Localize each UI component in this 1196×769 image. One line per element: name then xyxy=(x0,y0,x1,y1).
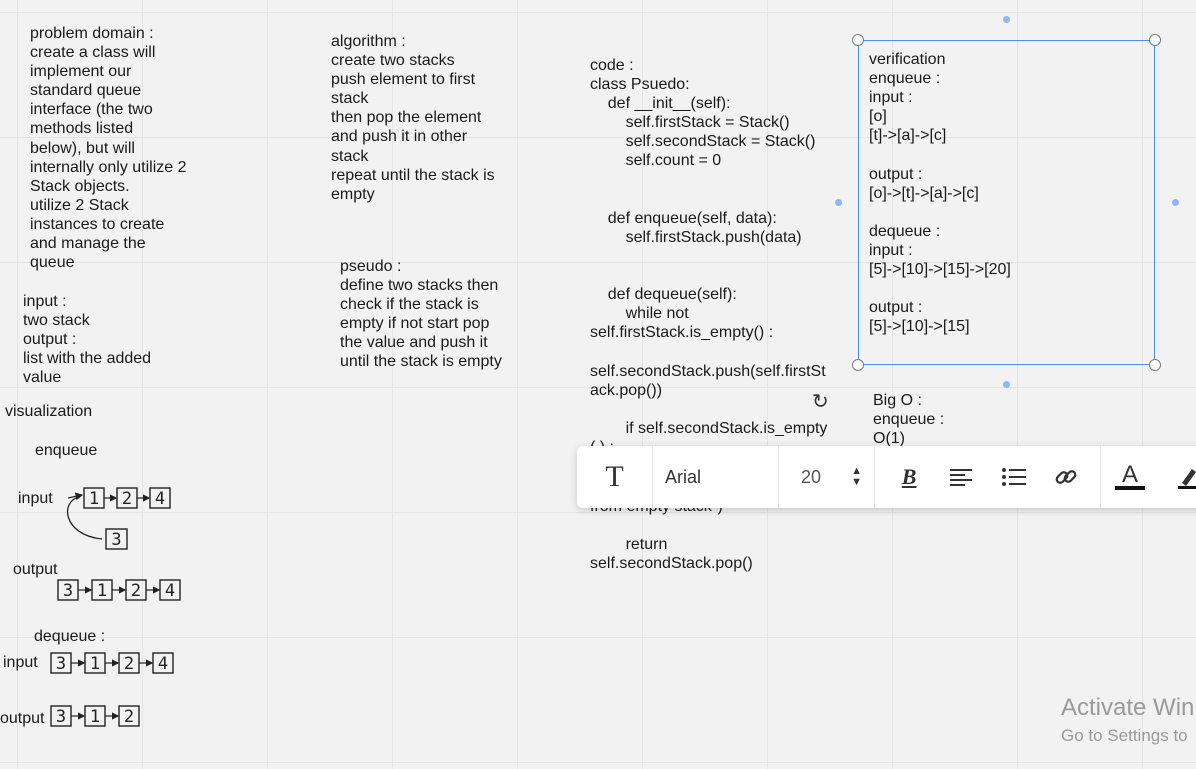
list-node-value: 1 xyxy=(89,489,99,509)
resize-handle-bottom-left[interactable] xyxy=(852,359,864,371)
format-group: B xyxy=(875,446,1101,508)
visualization-title[interactable]: visualization xyxy=(5,402,92,421)
list-node-value: 3 xyxy=(63,581,73,601)
rotate-icon[interactable]: ↻ xyxy=(812,392,829,412)
connector-dot-bottom[interactable] xyxy=(1003,381,1010,388)
code-note-tail[interactable]: from empty stack") return self.secondSta… xyxy=(590,497,753,573)
list-node-value: 3 xyxy=(56,707,66,727)
list-node-value: 4 xyxy=(165,581,175,601)
pseudo-note[interactable]: pseudo : define two stacks then check if… xyxy=(340,257,502,372)
link-icon[interactable] xyxy=(1048,464,1084,490)
bold-icon[interactable]: B xyxy=(891,464,927,490)
text-color-icon[interactable]: A xyxy=(1112,463,1148,490)
connector-dot-left[interactable] xyxy=(835,199,842,206)
list-node-value: 1 xyxy=(90,707,100,727)
enqueue-new-node: 3 xyxy=(105,528,128,550)
activation-subtitle: Go to Settings to xyxy=(1061,726,1188,745)
color-group: A xyxy=(1101,446,1196,508)
list-node-value: 4 xyxy=(158,654,168,674)
list-node-value: 4 xyxy=(155,489,165,509)
chevron-down-icon[interactable]: ▼ xyxy=(851,477,862,488)
list-node-value: 2 xyxy=(124,707,134,727)
resize-handle-top-left[interactable] xyxy=(852,34,864,46)
selection-box xyxy=(858,40,1155,365)
dequeue-input-list: 3 1 2 4 xyxy=(50,652,174,674)
problem-domain-note[interactable]: problem domain : create a class will imp… xyxy=(30,24,187,272)
text-icon[interactable]: T xyxy=(577,446,653,508)
activation-title: Activate Win xyxy=(1061,694,1195,721)
list-node-value: 1 xyxy=(90,654,100,674)
text-format-toolbar: T Arial 20 ▲ ▼ B A xyxy=(577,446,1196,508)
algorithm-note[interactable]: algorithm : create two stacks push eleme… xyxy=(331,32,495,204)
align-left-icon[interactable] xyxy=(943,467,979,487)
big-o-note[interactable]: Big O : enqueue : O(1) xyxy=(873,391,944,446)
enqueue-output-list: 3 1 2 4 xyxy=(57,579,181,601)
font-size-value[interactable]: 20 xyxy=(801,467,821,488)
input-output-note[interactable]: input : two stack output : list with the… xyxy=(23,292,151,387)
resize-handle-bottom-right[interactable] xyxy=(1149,359,1161,371)
list-node-value: 3 xyxy=(56,654,66,674)
connector-dot-right[interactable] xyxy=(1172,199,1179,206)
font-family-select[interactable]: Arial xyxy=(653,446,779,508)
bullet-list-icon[interactable] xyxy=(996,467,1032,487)
highlighter-icon[interactable] xyxy=(1170,465,1196,489)
list-node-value: 1 xyxy=(97,581,107,601)
dequeue-output-list: 3 1 2 xyxy=(50,705,140,727)
list-node-value: 3 xyxy=(111,530,121,550)
activation-watermark: Activate Win Go to Settings to xyxy=(1061,694,1194,746)
stepper-icon[interactable]: ▲ ▼ xyxy=(851,466,862,488)
list-node-value: 2 xyxy=(122,489,132,509)
code-note[interactable]: code : class Psuedo: def __init__(self):… xyxy=(590,56,827,446)
enqueue-input-list: 1 2 4 xyxy=(83,487,171,509)
connector-dot-top[interactable] xyxy=(1003,16,1010,23)
enqueue-label[interactable]: enqueue xyxy=(35,441,97,460)
list-node-value: 2 xyxy=(131,581,141,601)
resize-handle-top-right[interactable] xyxy=(1149,34,1161,46)
linked-list-drawing[interactable]: 1 2 4 3 3 1 2 4 3 1 2 4 3 1 2 xyxy=(0,480,200,740)
list-node-value: 2 xyxy=(124,654,134,674)
font-size-control[interactable]: 20 ▲ ▼ xyxy=(779,446,875,508)
